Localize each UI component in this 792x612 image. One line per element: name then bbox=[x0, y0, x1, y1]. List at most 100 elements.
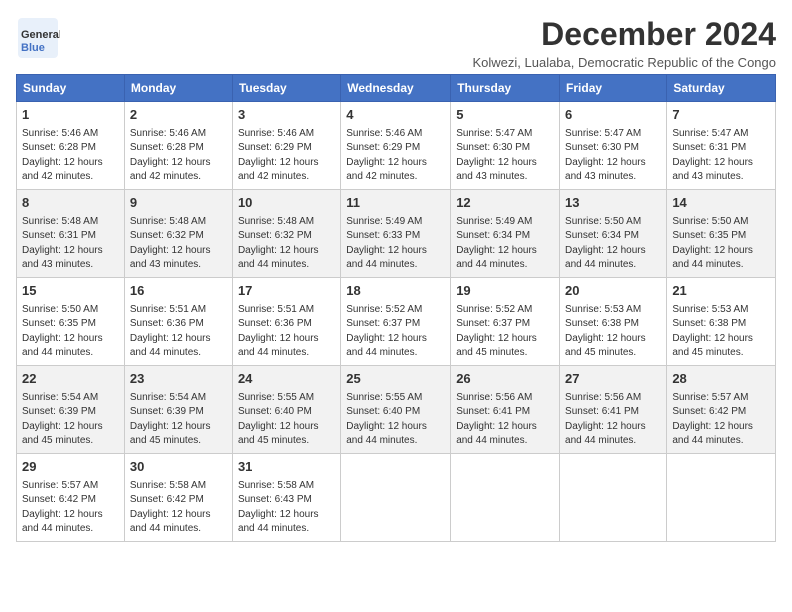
sunrise-label: Sunrise: 5:53 AM bbox=[672, 304, 748, 315]
calendar-table: Sunday Monday Tuesday Wednesday Thursday… bbox=[16, 74, 776, 542]
sunset-label: Sunset: 6:35 PM bbox=[22, 318, 96, 329]
calendar-cell: 26 Sunrise: 5:56 AM Sunset: 6:41 PM Dayl… bbox=[451, 366, 560, 454]
day-number: 13 bbox=[565, 194, 661, 213]
sunrise-label: Sunrise: 5:49 AM bbox=[456, 216, 532, 227]
sunrise-label: Sunrise: 5:55 AM bbox=[346, 392, 422, 403]
calendar-cell bbox=[667, 454, 776, 542]
day-number: 22 bbox=[22, 370, 119, 389]
calendar-cell: 19 Sunrise: 5:52 AM Sunset: 6:37 PM Dayl… bbox=[451, 278, 560, 366]
calendar-cell: 30 Sunrise: 5:58 AM Sunset: 6:42 PM Dayl… bbox=[124, 454, 232, 542]
sunset-label: Sunset: 6:29 PM bbox=[346, 142, 420, 153]
col-tuesday: Tuesday bbox=[232, 75, 340, 102]
day-number: 11 bbox=[346, 194, 445, 213]
title-block: December 2024 Kolwezi, Lualaba, Democrat… bbox=[472, 16, 776, 70]
sunset-label: Sunset: 6:32 PM bbox=[130, 230, 204, 241]
daylight-label: Daylight: 12 hours and 43 minutes. bbox=[672, 157, 753, 183]
sunset-label: Sunset: 6:38 PM bbox=[672, 318, 746, 329]
day-number: 16 bbox=[130, 282, 227, 301]
day-number: 4 bbox=[346, 106, 445, 125]
calendar-cell: 15 Sunrise: 5:50 AM Sunset: 6:35 PM Dayl… bbox=[17, 278, 125, 366]
sunset-label: Sunset: 6:38 PM bbox=[565, 318, 639, 329]
location-title: Kolwezi, Lualaba, Democratic Republic of… bbox=[472, 55, 776, 70]
sunrise-label: Sunrise: 5:57 AM bbox=[672, 392, 748, 403]
sunset-label: Sunset: 6:30 PM bbox=[456, 142, 530, 153]
sunset-label: Sunset: 6:37 PM bbox=[456, 318, 530, 329]
daylight-label: Daylight: 12 hours and 44 minutes. bbox=[238, 509, 319, 535]
sunrise-label: Sunrise: 5:54 AM bbox=[130, 392, 206, 403]
calendar-cell: 16 Sunrise: 5:51 AM Sunset: 6:36 PM Dayl… bbox=[124, 278, 232, 366]
calendar-cell: 28 Sunrise: 5:57 AM Sunset: 6:42 PM Dayl… bbox=[667, 366, 776, 454]
day-number: 24 bbox=[238, 370, 335, 389]
col-monday: Monday bbox=[124, 75, 232, 102]
calendar-cell: 1 Sunrise: 5:46 AM Sunset: 6:28 PM Dayli… bbox=[17, 102, 125, 190]
day-number: 18 bbox=[346, 282, 445, 301]
day-number: 29 bbox=[22, 458, 119, 477]
calendar-cell: 12 Sunrise: 5:49 AM Sunset: 6:34 PM Dayl… bbox=[451, 190, 560, 278]
calendar-cell: 14 Sunrise: 5:50 AM Sunset: 6:35 PM Dayl… bbox=[667, 190, 776, 278]
sunset-label: Sunset: 6:34 PM bbox=[565, 230, 639, 241]
daylight-label: Daylight: 12 hours and 44 minutes. bbox=[456, 245, 537, 271]
logo-svg: General Blue bbox=[16, 16, 60, 60]
sunset-label: Sunset: 6:30 PM bbox=[565, 142, 639, 153]
sunset-label: Sunset: 6:29 PM bbox=[238, 142, 312, 153]
sunrise-label: Sunrise: 5:46 AM bbox=[22, 128, 98, 139]
sunset-label: Sunset: 6:43 PM bbox=[238, 494, 312, 505]
sunset-label: Sunset: 6:37 PM bbox=[346, 318, 420, 329]
daylight-label: Daylight: 12 hours and 42 minutes. bbox=[346, 157, 427, 183]
day-number: 31 bbox=[238, 458, 335, 477]
sunset-label: Sunset: 6:39 PM bbox=[130, 406, 204, 417]
calendar-cell: 22 Sunrise: 5:54 AM Sunset: 6:39 PM Dayl… bbox=[17, 366, 125, 454]
col-thursday: Thursday bbox=[451, 75, 560, 102]
sunset-label: Sunset: 6:35 PM bbox=[672, 230, 746, 241]
daylight-label: Daylight: 12 hours and 44 minutes. bbox=[565, 421, 646, 447]
calendar-row-1: 1 Sunrise: 5:46 AM Sunset: 6:28 PM Dayli… bbox=[17, 102, 776, 190]
calendar-cell: 25 Sunrise: 5:55 AM Sunset: 6:40 PM Dayl… bbox=[341, 366, 451, 454]
day-number: 1 bbox=[22, 106, 119, 125]
day-number: 26 bbox=[456, 370, 554, 389]
col-sunday: Sunday bbox=[17, 75, 125, 102]
sunrise-label: Sunrise: 5:50 AM bbox=[22, 304, 98, 315]
calendar-cell: 9 Sunrise: 5:48 AM Sunset: 6:32 PM Dayli… bbox=[124, 190, 232, 278]
daylight-label: Daylight: 12 hours and 42 minutes. bbox=[130, 157, 211, 183]
day-number: 25 bbox=[346, 370, 445, 389]
calendar-row-2: 8 Sunrise: 5:48 AM Sunset: 6:31 PM Dayli… bbox=[17, 190, 776, 278]
sunrise-label: Sunrise: 5:48 AM bbox=[130, 216, 206, 227]
sunset-label: Sunset: 6:28 PM bbox=[22, 142, 96, 153]
sunrise-label: Sunrise: 5:53 AM bbox=[565, 304, 641, 315]
sunrise-label: Sunrise: 5:47 AM bbox=[456, 128, 532, 139]
daylight-label: Daylight: 12 hours and 44 minutes. bbox=[22, 509, 103, 535]
calendar-cell: 21 Sunrise: 5:53 AM Sunset: 6:38 PM Dayl… bbox=[667, 278, 776, 366]
sunset-label: Sunset: 6:36 PM bbox=[130, 318, 204, 329]
sunset-label: Sunset: 6:42 PM bbox=[22, 494, 96, 505]
daylight-label: Daylight: 12 hours and 42 minutes. bbox=[238, 157, 319, 183]
daylight-label: Daylight: 12 hours and 44 minutes. bbox=[346, 333, 427, 359]
sunrise-label: Sunrise: 5:48 AM bbox=[238, 216, 314, 227]
day-number: 20 bbox=[565, 282, 661, 301]
sunrise-label: Sunrise: 5:51 AM bbox=[130, 304, 206, 315]
day-number: 6 bbox=[565, 106, 661, 125]
daylight-label: Daylight: 12 hours and 44 minutes. bbox=[238, 333, 319, 359]
daylight-label: Daylight: 12 hours and 44 minutes. bbox=[130, 509, 211, 535]
sunrise-label: Sunrise: 5:50 AM bbox=[672, 216, 748, 227]
daylight-label: Daylight: 12 hours and 43 minutes. bbox=[130, 245, 211, 271]
day-number: 21 bbox=[672, 282, 770, 301]
day-number: 2 bbox=[130, 106, 227, 125]
daylight-label: Daylight: 12 hours and 45 minutes. bbox=[130, 421, 211, 447]
sunrise-label: Sunrise: 5:46 AM bbox=[130, 128, 206, 139]
calendar-cell: 31 Sunrise: 5:58 AM Sunset: 6:43 PM Dayl… bbox=[232, 454, 340, 542]
page-header: General Blue December 2024 Kolwezi, Lual… bbox=[16, 16, 776, 70]
daylight-label: Daylight: 12 hours and 45 minutes. bbox=[672, 333, 753, 359]
month-title: December 2024 bbox=[472, 16, 776, 53]
calendar-cell: 23 Sunrise: 5:54 AM Sunset: 6:39 PM Dayl… bbox=[124, 366, 232, 454]
sunrise-label: Sunrise: 5:58 AM bbox=[130, 480, 206, 491]
calendar-cell: 7 Sunrise: 5:47 AM Sunset: 6:31 PM Dayli… bbox=[667, 102, 776, 190]
daylight-label: Daylight: 12 hours and 45 minutes. bbox=[456, 333, 537, 359]
col-friday: Friday bbox=[560, 75, 667, 102]
sunrise-label: Sunrise: 5:52 AM bbox=[346, 304, 422, 315]
calendar-cell: 17 Sunrise: 5:51 AM Sunset: 6:36 PM Dayl… bbox=[232, 278, 340, 366]
calendar-row-4: 22 Sunrise: 5:54 AM Sunset: 6:39 PM Dayl… bbox=[17, 366, 776, 454]
day-number: 7 bbox=[672, 106, 770, 125]
day-number: 3 bbox=[238, 106, 335, 125]
sunrise-label: Sunrise: 5:54 AM bbox=[22, 392, 98, 403]
day-number: 8 bbox=[22, 194, 119, 213]
